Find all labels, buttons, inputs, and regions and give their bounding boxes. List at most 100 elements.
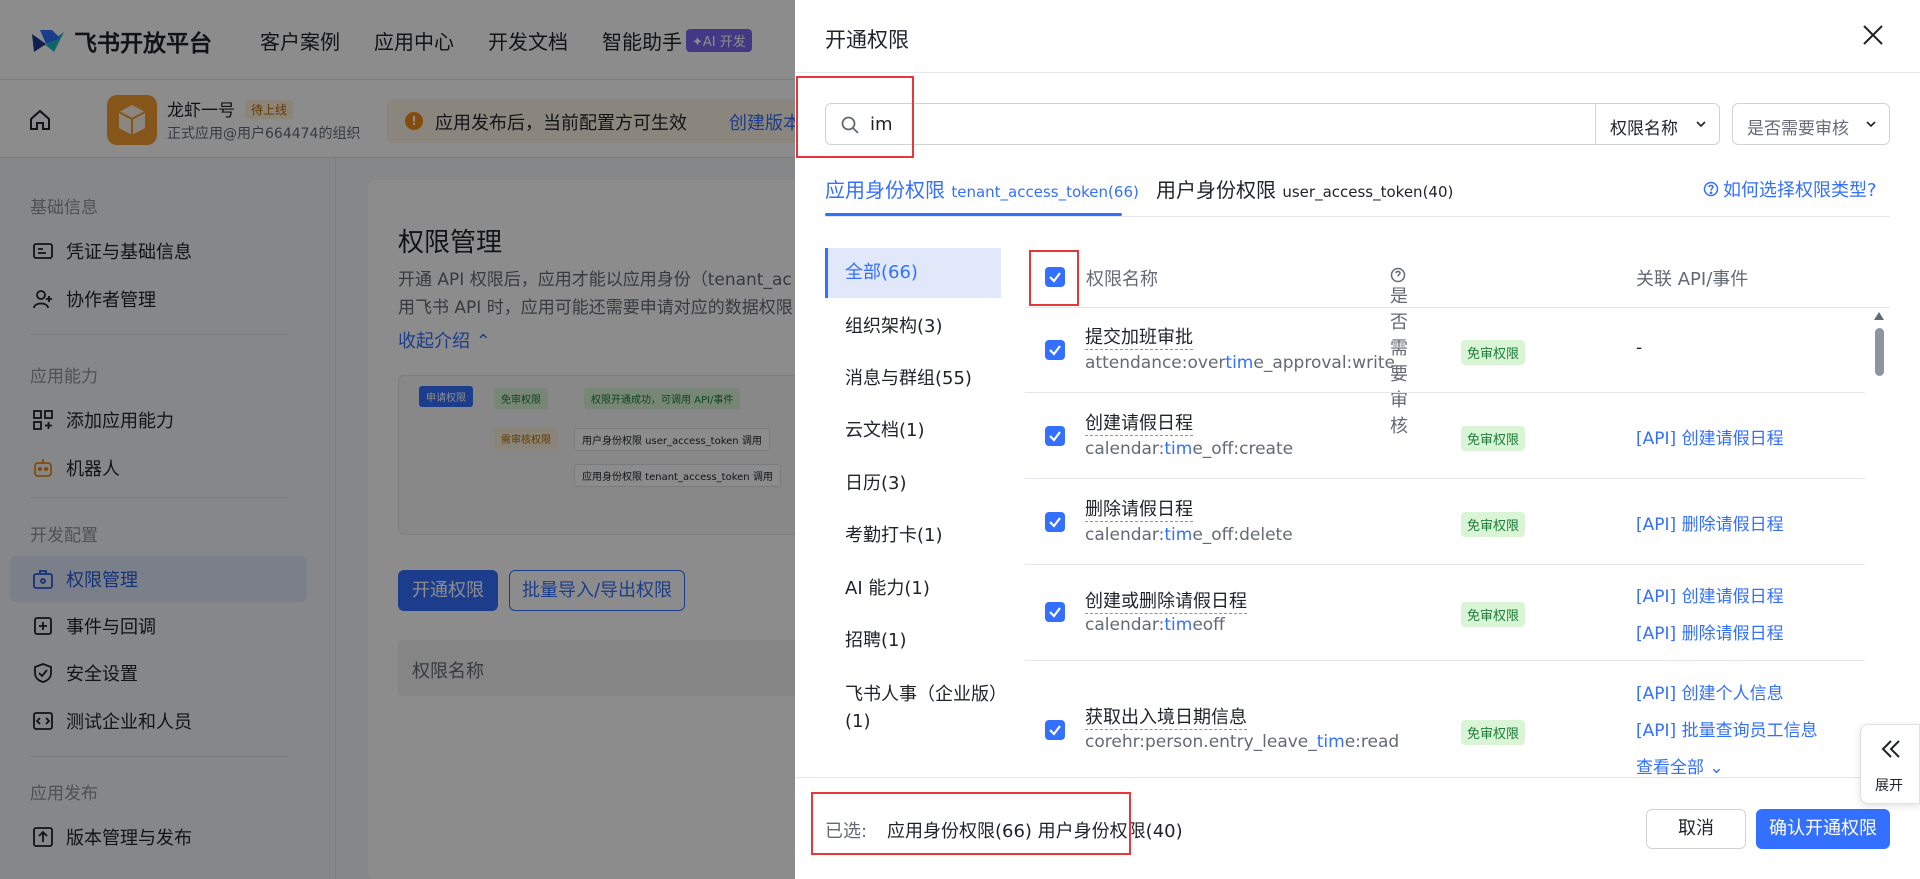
double-chevron-left-icon: [1881, 740, 1900, 758]
filter-permission-name-select[interactable]: 权限名称: [1595, 103, 1720, 145]
footer-divider: [795, 777, 1920, 778]
scrollbar-thumb[interactable]: [1875, 328, 1884, 376]
chevron-down-icon: [1696, 121, 1706, 128]
api-link[interactable]: [API] 创建请假日程: [1636, 424, 1784, 449]
checkmark-icon: [1049, 431, 1061, 442]
tab-app-identity-label: 应用身份权限: [825, 178, 945, 202]
category-corehr[interactable]: 飞书人事（企业版）(1): [825, 670, 1001, 735]
category-docs[interactable]: 云文档(1): [825, 406, 1001, 444]
permission-key: attendance:overtime_approval:write: [1085, 353, 1395, 373]
scroll-up-arrow-icon[interactable]: [1874, 312, 1884, 320]
tab-divider: [825, 216, 1890, 217]
permission-table-header: 权限名称 是否需要审核 关联 API/事件: [1025, 248, 1890, 437]
no-api-dash: -: [1636, 338, 1643, 358]
checkmark-icon: [1049, 345, 1061, 356]
api-link[interactable]: [API] 创建请假日程: [1636, 582, 1784, 607]
column-related-api: 关联 API/事件: [1636, 269, 1749, 290]
table-row: 删除请假日程 calendar:time_off:delete 免审权限 [AP…: [1025, 479, 1865, 565]
free-badge: 免审权限: [1461, 426, 1526, 451]
permission-search: [825, 103, 1690, 145]
permission-key-match: tim: [1164, 439, 1193, 459]
free-badge: 免审权限: [1461, 720, 1526, 745]
annotation-box-selected: [811, 792, 1131, 855]
permission-key-prefix: attendance:over: [1085, 353, 1226, 373]
permission-key-suffix: eoff: [1192, 615, 1225, 635]
checkmark-icon: [1049, 517, 1061, 528]
drawer-title: 开通权限: [825, 28, 909, 52]
category-recruiting[interactable]: 招聘(1): [825, 616, 1001, 654]
filter-permission-name-label: 权限名称: [1610, 119, 1678, 139]
question-circle-icon: [1390, 267, 1406, 283]
view-all-link[interactable]: 查看全部 ⌄: [1636, 753, 1724, 778]
permission-key-match: tim: [1164, 525, 1193, 545]
row-checkbox[interactable]: [1045, 340, 1065, 360]
open-permission-drawer: 开通权限 权限名称 是否需要审核 应用身份权限 tenant_access_to…: [795, 0, 1920, 879]
column-permission-name: 权限名称: [1086, 269, 1158, 290]
category-attendance[interactable]: 考勤打卡(1): [825, 511, 1001, 549]
question-circle-icon: [1703, 181, 1719, 197]
permission-name: 创建或删除请假日程: [1085, 587, 1247, 614]
tab-app-identity-token: tenant_access_token(66): [951, 183, 1139, 201]
permission-key-prefix: calendar:: [1085, 439, 1165, 459]
table-scrollbar[interactable]: [1873, 310, 1885, 778]
row-checkbox[interactable]: [1045, 426, 1065, 446]
column-review: 是否需要审核: [1390, 265, 1408, 437]
row-checkbox[interactable]: [1045, 602, 1065, 622]
permission-key-prefix: calendar:: [1085, 615, 1165, 635]
category-org[interactable]: 组织架构(3): [825, 302, 1001, 340]
permission-key: calendar:timeoff: [1085, 615, 1225, 635]
help-link-label: 如何选择权限类型?: [1723, 180, 1877, 201]
free-badge: 免审权限: [1461, 340, 1526, 365]
permission-type-help-link[interactable]: 如何选择权限类型?: [1703, 176, 1877, 202]
permission-key-prefix: calendar:: [1085, 525, 1165, 545]
permission-key-suffix: e:read: [1344, 732, 1400, 752]
api-link[interactable]: [API] 删除请假日程: [1636, 619, 1784, 644]
search-input[interactable]: [870, 112, 1650, 136]
annotation-box-search: [796, 76, 914, 158]
close-icon[interactable]: [1860, 22, 1886, 48]
category-ai[interactable]: AI 能力(1): [825, 564, 1001, 602]
permission-key: corehr:person.entry_leave_time:read: [1085, 732, 1399, 752]
permission-key-suffix: e_off:create: [1192, 439, 1294, 459]
row-checkbox[interactable]: [1045, 512, 1065, 532]
expand-label: 展开: [1875, 778, 1903, 794]
cancel-button[interactable]: 取消: [1646, 809, 1746, 849]
permission-key: calendar:time_off:create: [1085, 439, 1293, 459]
permission-key-match: tim: [1164, 615, 1193, 635]
table-row: 创建请假日程 calendar:time_off:create 免审权限 [AP…: [1025, 393, 1865, 479]
permission-key-match: tim: [1225, 353, 1254, 373]
category-calendar[interactable]: 日历(3): [825, 459, 1001, 497]
api-link[interactable]: [API] 批量查询员工信息: [1636, 716, 1818, 741]
permission-name: 删除请假日程: [1085, 495, 1193, 522]
chevron-down-icon: [1866, 121, 1876, 128]
table-row: 创建或删除请假日程 calendar:timeoff 免审权限 [API] 创建…: [1025, 565, 1865, 661]
tab-active-indicator: [825, 213, 1122, 216]
permission-key-match: tim: [1316, 732, 1345, 752]
checkmark-icon: [1049, 725, 1061, 736]
checkmark-icon: [1049, 607, 1061, 618]
view-all-label: 查看全部: [1636, 758, 1704, 778]
annotation-box-select-all: [1029, 250, 1079, 306]
free-badge: 免审权限: [1461, 602, 1526, 627]
permission-name: 获取出入境日期信息: [1085, 703, 1247, 730]
tab-app-identity[interactable]: 应用身份权限 tenant_access_token(66): [825, 174, 1139, 203]
category-messages[interactable]: 消息与群组(55): [825, 354, 1001, 392]
table-row: 提交加班审批 attendance:overtime_approval:writ…: [1025, 309, 1865, 393]
tab-user-identity-token: user_access_token(40): [1282, 183, 1454, 201]
confirm-open-button[interactable]: 确认开通权限: [1756, 809, 1890, 849]
api-link[interactable]: [API] 创建个人信息: [1636, 679, 1784, 704]
row-checkbox[interactable]: [1045, 720, 1065, 740]
tab-user-identity[interactable]: 用户身份权限 user_access_token(40): [1156, 174, 1453, 203]
free-badge: 免审权限: [1461, 512, 1526, 537]
table-row: 获取出入境日期信息 corehr:person.entry_leave_time…: [1025, 661, 1865, 778]
permission-key-suffix: e_approval:write: [1253, 353, 1396, 373]
permission-name: 创建请假日程: [1085, 409, 1193, 436]
category-all[interactable]: 全部(66): [825, 248, 1001, 298]
tab-user-identity-label: 用户身份权限: [1156, 178, 1276, 202]
drawer-header-divider: [795, 72, 1920, 73]
filter-review-select[interactable]: 是否需要审核: [1732, 103, 1890, 145]
expand-panel-button[interactable]: 展开: [1860, 724, 1920, 804]
permission-key: calendar:time_off:delete: [1085, 525, 1293, 545]
api-link[interactable]: [API] 删除请假日程: [1636, 510, 1784, 535]
permission-name: 提交加班审批: [1085, 323, 1193, 350]
